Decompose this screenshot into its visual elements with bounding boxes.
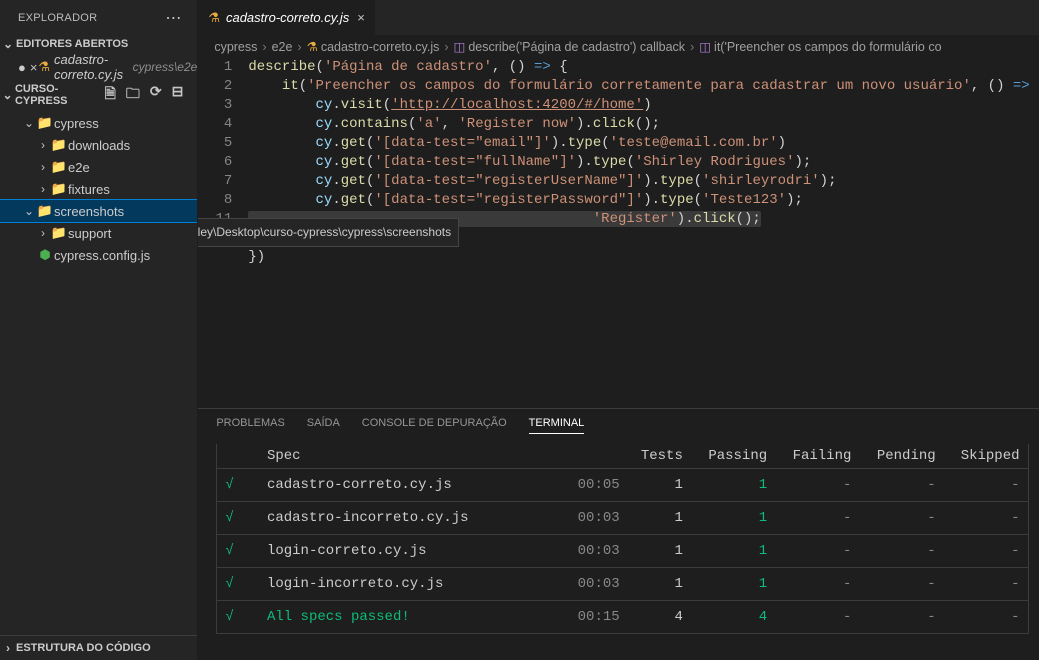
chevron-down-icon: ⌄ xyxy=(0,88,15,102)
terminal-row: √login-correto.cy.js00:0311--- xyxy=(217,535,1028,568)
terminal-row: √login-incorreto.cy.js00:0311--- xyxy=(217,568,1028,601)
chevron-icon: › xyxy=(36,226,50,240)
new-folder-icon[interactable]: 🗀 xyxy=(126,83,140,107)
code-editor[interactable]: 1234567811 describe('Página de cadastro'… xyxy=(198,58,1039,408)
tree-item-downloads[interactable]: ›📁downloads xyxy=(0,134,197,156)
chevron-icon: › xyxy=(36,138,50,152)
breadcrumbs[interactable]: cypress› e2e› ⚗cadastro-correto.cy.js› ◫… xyxy=(198,35,1039,58)
terminal-row: √cadastro-correto.cy.js00:0511--- xyxy=(217,469,1028,502)
check-icon: √ xyxy=(225,576,233,592)
editor-tabs: ⚗ cadastro-correto.cy.js × xyxy=(198,0,1039,35)
refresh-icon[interactable]: ⟳ xyxy=(150,83,162,107)
flask-icon: ⚗ xyxy=(38,59,50,75)
symbol-icon: ◫ xyxy=(699,39,711,54)
flask-icon: ⚗ xyxy=(208,10,220,26)
bottom-panel: Problemas Saída Console de Depuração Ter… xyxy=(198,408,1039,660)
tab-problems[interactable]: Problemas xyxy=(216,417,284,434)
chevron-icon: › xyxy=(36,160,50,174)
chevron-right-icon: › xyxy=(0,641,16,655)
terminal-row: √cadastro-incorreto.cy.js00:0311--- xyxy=(217,502,1028,535)
tree-item-label: cypress xyxy=(54,116,99,131)
tree-item-label: fixtures xyxy=(68,182,110,197)
tree-item-screenshots[interactable]: ⌄📁screenshots xyxy=(0,200,197,222)
tree-item-label: downloads xyxy=(68,138,130,153)
folder-icon: 📁 xyxy=(50,137,68,153)
folder-icon: 📁 xyxy=(50,181,68,197)
collapse-all-icon[interactable]: ⊟ xyxy=(172,83,184,107)
close-icon[interactable]: × xyxy=(30,60,38,75)
editor-area: ⚗ cadastro-correto.cy.js × cypress› e2e›… xyxy=(198,0,1039,660)
folder-icon: 📁 xyxy=(36,115,54,131)
chevron-icon: ⌄ xyxy=(22,116,36,130)
chevron-icon: › xyxy=(36,182,50,196)
folder-icon: ⬢ xyxy=(36,247,54,263)
new-file-icon[interactable]: 🗎 xyxy=(105,83,116,107)
more-icon[interactable]: ⋯ xyxy=(165,8,183,28)
open-editor-item[interactable]: ● × ⚗ cadastro-correto.cy.js cypress\e2e xyxy=(0,56,197,78)
tree-item-label: screenshots xyxy=(54,204,124,219)
panel-tabs: Problemas Saída Console de Depuração Ter… xyxy=(198,409,1039,440)
tab-terminal[interactable]: Terminal xyxy=(529,417,585,434)
flask-icon: ⚗ xyxy=(307,39,318,54)
tree-item-label: cypress.config.js xyxy=(54,248,150,263)
tree-item-cypress[interactable]: ⌄📁cypress xyxy=(0,112,197,134)
chevron-icon: ⌄ xyxy=(22,204,36,218)
terminal-output[interactable]: SpecTestsPassingFailingPendingSkipped√ca… xyxy=(198,440,1039,660)
symbol-icon: ◫ xyxy=(454,39,466,54)
check-icon: √ xyxy=(225,477,233,493)
tree-item-cypress.config.js[interactable]: ⬢cypress.config.js xyxy=(0,244,197,266)
outline-header[interactable]: › Estrutura do Código xyxy=(0,635,197,660)
folder-icon: 📁 xyxy=(50,225,68,241)
check-icon: √ xyxy=(225,543,233,559)
folder-icon: 📁 xyxy=(36,203,54,219)
chevron-down-icon: ⌄ xyxy=(0,37,16,51)
modified-dot-icon: ● xyxy=(18,60,26,75)
tree-item-e2e[interactable]: ›📁e2e xyxy=(0,156,197,178)
tree-item-support[interactable]: ›📁support xyxy=(0,222,197,244)
tree-item-fixtures[interactable]: ›📁fixtures xyxy=(0,178,197,200)
tab-debug-console[interactable]: Console de Depuração xyxy=(362,417,507,434)
terminal-summary: √All specs passed!00:1544--- xyxy=(217,601,1028,634)
explorer-title: Explorador xyxy=(18,12,97,24)
path-tooltip: C:\Users\Shirley\Desktop\curso-cypress\c… xyxy=(198,218,459,247)
check-icon: √ xyxy=(225,609,233,625)
explorer-sidebar: Explorador ⋯ ⌄ Editores Abertos ● × ⚗ ca… xyxy=(0,0,198,660)
check-icon: √ xyxy=(225,510,233,526)
folder-icon: 📁 xyxy=(50,159,68,175)
file-tree: ⌄📁cypress›📁downloads›📁e2e›📁fixtures⌄📁scr… xyxy=(0,112,197,374)
project-header[interactable]: ⌄ CURSO-CYPRESS 🗎 🗀 ⟳ ⊟ xyxy=(0,78,197,112)
close-icon[interactable]: × xyxy=(357,10,365,25)
tree-item-label: support xyxy=(68,226,111,241)
tree-item-label: e2e xyxy=(68,160,90,175)
editor-tab[interactable]: ⚗ cadastro-correto.cy.js × xyxy=(198,0,376,35)
tab-output[interactable]: Saída xyxy=(307,417,340,434)
